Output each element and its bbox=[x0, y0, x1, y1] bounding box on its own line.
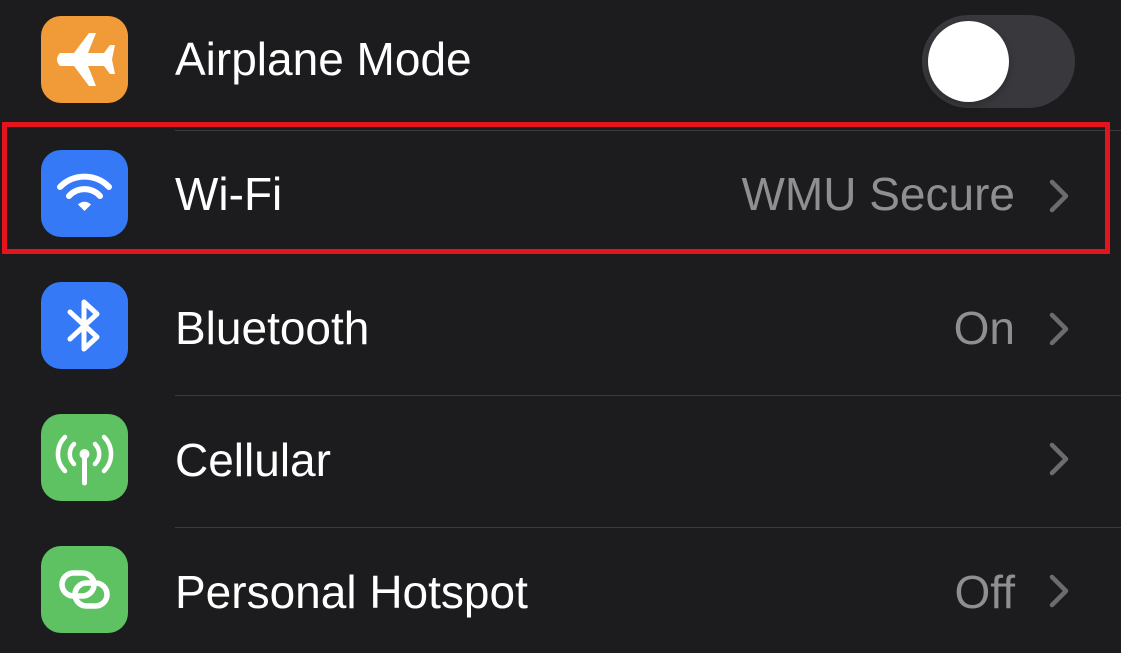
chain-link-icon bbox=[41, 546, 128, 633]
chevron-right-icon bbox=[1049, 179, 1069, 213]
personal-hotspot-status-value: Off bbox=[954, 566, 1015, 618]
bluetooth-status-value: On bbox=[953, 302, 1015, 354]
wifi-network-value: WMU Secure bbox=[741, 168, 1015, 220]
airplane-mode-label: Airplane Mode bbox=[175, 33, 472, 85]
chevron-right-icon bbox=[1049, 312, 1069, 346]
settings-row-personal-hotspot[interactable]: Personal Hotspot Off bbox=[0, 528, 1121, 653]
personal-hotspot-label: Personal Hotspot bbox=[175, 566, 528, 618]
wifi-icon bbox=[41, 150, 128, 237]
settings-row-bluetooth[interactable]: Bluetooth On bbox=[0, 264, 1121, 396]
bluetooth-label: Bluetooth bbox=[175, 302, 370, 354]
chevron-right-icon bbox=[1049, 574, 1069, 608]
airplane-icon bbox=[41, 16, 128, 103]
antenna-icon bbox=[41, 414, 128, 501]
cellular-label: Cellular bbox=[175, 434, 331, 486]
wifi-label: Wi-Fi bbox=[175, 168, 283, 220]
settings-row-wifi[interactable]: Wi-Fi WMU Secure bbox=[0, 130, 1121, 262]
bluetooth-icon bbox=[41, 282, 128, 369]
toggle-knob bbox=[928, 21, 1009, 102]
settings-row-airplane-mode: Airplane Mode bbox=[0, 0, 1121, 131]
airplane-mode-toggle[interactable] bbox=[922, 15, 1075, 108]
settings-row-cellular[interactable]: Cellular bbox=[0, 396, 1121, 528]
chevron-right-icon bbox=[1049, 442, 1069, 476]
